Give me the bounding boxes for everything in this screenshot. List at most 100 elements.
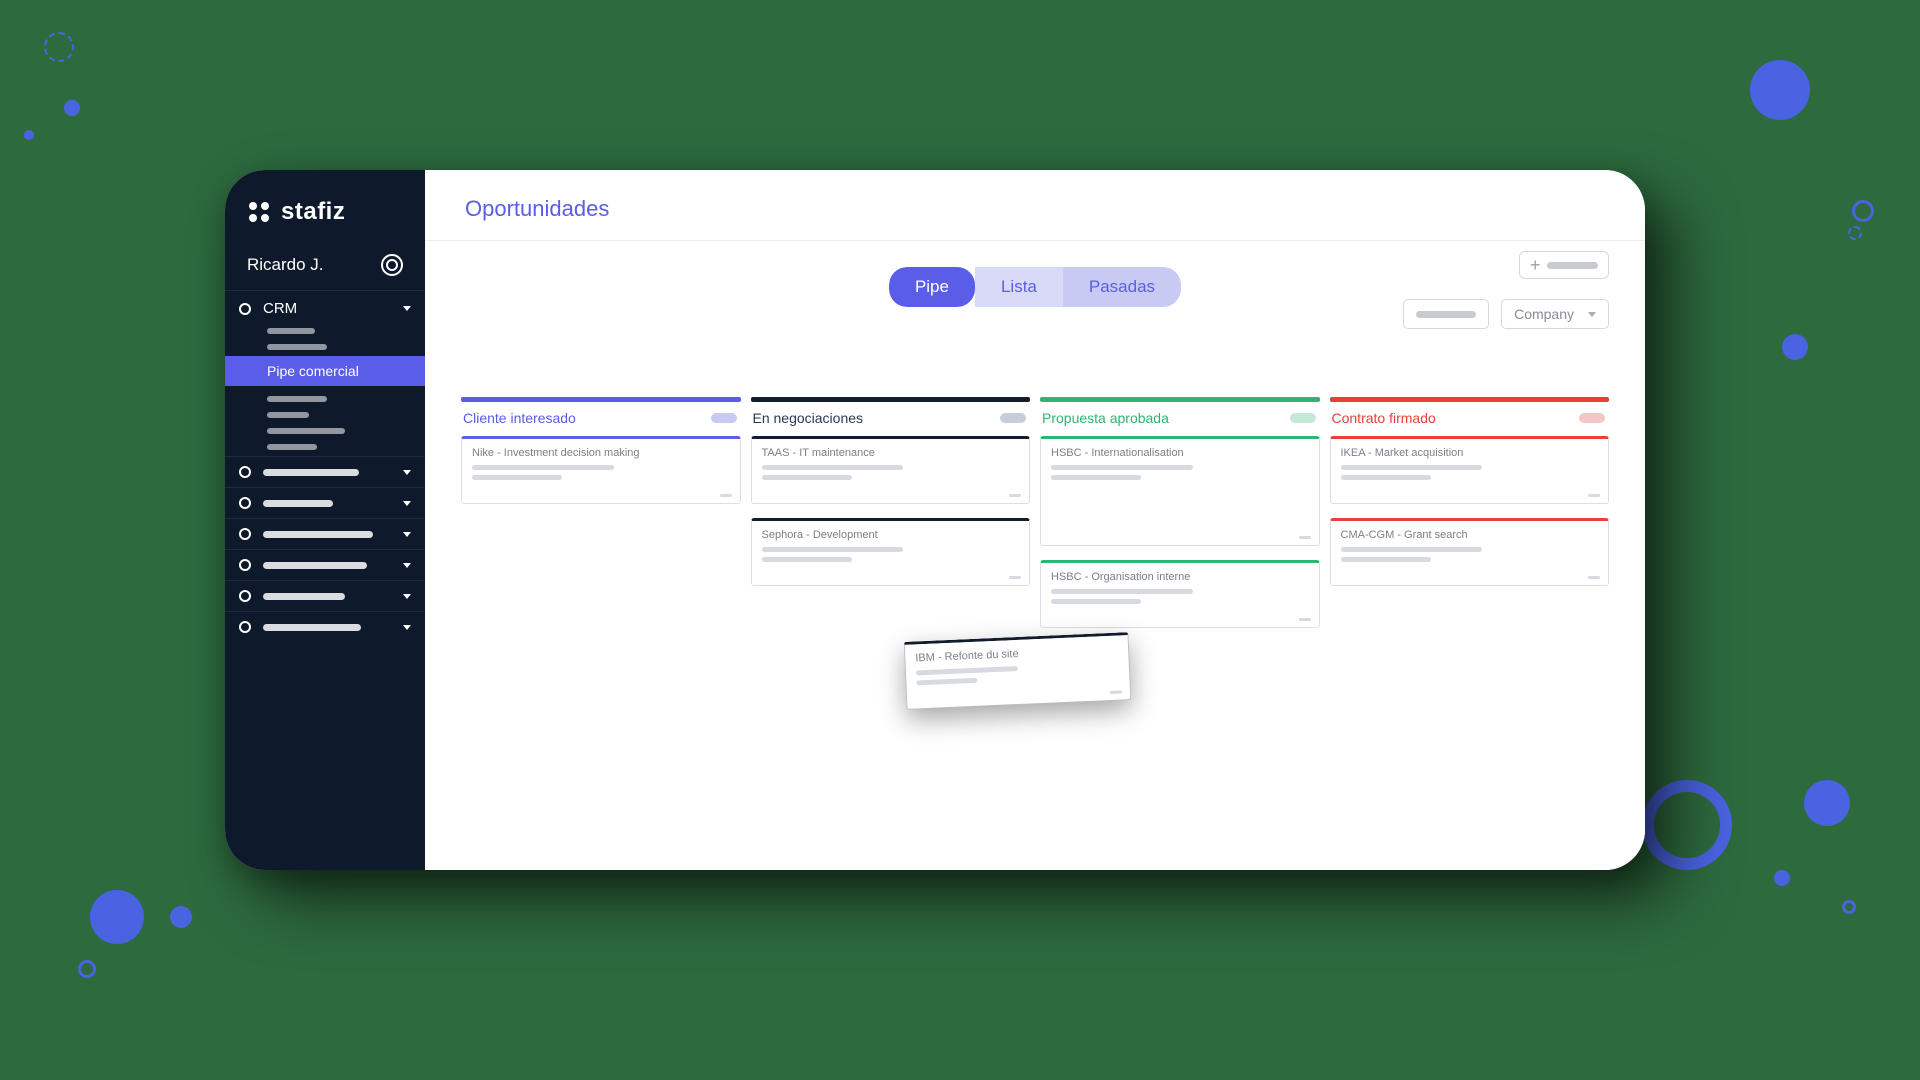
column-label: En negociaciones	[753, 410, 864, 426]
filters: Company	[1403, 299, 1609, 329]
chevron-down-icon	[403, 594, 411, 599]
more-icon[interactable]	[1299, 536, 1311, 539]
card-line	[472, 465, 614, 470]
card-line	[762, 465, 904, 470]
opportunity-card[interactable]: HSBC - Organisation interne	[1040, 560, 1320, 628]
search-input[interactable]	[1403, 299, 1489, 329]
bg-ornament	[1848, 226, 1862, 240]
nav-item[interactable]	[225, 550, 425, 580]
chevron-down-icon	[403, 470, 411, 475]
bullet-icon	[239, 528, 251, 540]
more-icon[interactable]	[1110, 690, 1122, 694]
bg-ornament	[1774, 870, 1790, 886]
brand: stafiz	[225, 170, 425, 244]
main-header: Oportunidades	[425, 170, 1645, 241]
user-name: Ricardo J.	[247, 255, 324, 275]
nav-subitem[interactable]	[267, 328, 315, 334]
opportunity-card[interactable]: CMA-CGM - Grant search	[1330, 518, 1610, 586]
company-filter-select[interactable]: Company	[1501, 299, 1609, 329]
column-propuesta-aprobada: Propuesta aprobada HSBC - Internationali…	[1040, 397, 1320, 628]
opportunity-card[interactable]: IKEA - Market acquisition	[1330, 436, 1610, 504]
opportunity-card-dragging[interactable]: IBM - Refonte du site	[904, 632, 1132, 710]
nav-item[interactable]	[225, 488, 425, 518]
card-title: CMA-CGM - Grant search	[1341, 529, 1599, 541]
bg-ornament	[1782, 334, 1808, 360]
bg-ornament	[78, 960, 96, 978]
tab-lista[interactable]: Lista	[975, 267, 1063, 307]
nav-item[interactable]	[225, 457, 425, 487]
bullet-icon	[239, 466, 251, 478]
nav-item-crm[interactable]: CRM	[225, 291, 425, 326]
card-line	[472, 475, 562, 480]
nav-item[interactable]	[225, 519, 425, 549]
add-button[interactable]: +	[1519, 251, 1609, 279]
bg-ornament	[1842, 900, 1856, 914]
bg-ornament	[1750, 60, 1810, 120]
more-icon[interactable]	[720, 494, 732, 497]
nav-label-placeholder	[263, 500, 333, 507]
nav-subitems	[225, 386, 425, 456]
user-row[interactable]: Ricardo J.	[225, 244, 425, 290]
more-icon[interactable]	[1009, 576, 1021, 579]
nav-label-placeholder	[263, 593, 345, 600]
column-cards: HSBC - Internationalisation HSBC - Organ…	[1040, 436, 1320, 628]
opportunity-card[interactable]: TAAS - IT maintenance	[751, 436, 1031, 504]
avatar-icon	[381, 254, 403, 276]
app-window: stafiz Ricardo J. CRM Pipe comercial	[225, 170, 1645, 870]
more-icon[interactable]	[1009, 494, 1021, 497]
card-title: TAAS - IT maintenance	[762, 447, 1020, 459]
column-en-negociaciones: En negociaciones TAAS - IT maintenance S…	[751, 397, 1031, 628]
nav-section	[225, 580, 425, 611]
card-line	[762, 557, 852, 562]
nav-subitem-active[interactable]: Pipe comercial	[225, 356, 425, 386]
nav-section	[225, 518, 425, 549]
chevron-down-icon	[403, 625, 411, 630]
chevron-down-icon	[403, 306, 411, 311]
card-line	[1341, 475, 1431, 480]
nav-section	[225, 487, 425, 518]
column-count-badge	[711, 413, 737, 423]
bg-ornament	[64, 100, 80, 116]
chevron-down-icon	[403, 563, 411, 568]
nav-label-placeholder	[263, 624, 361, 631]
bg-ornament	[1804, 780, 1850, 826]
nav-section-crm: CRM Pipe comercial	[225, 290, 425, 456]
nav-item[interactable]	[225, 581, 425, 611]
nav-subitem[interactable]	[267, 444, 317, 450]
card-line	[1051, 475, 1141, 480]
nav-subitem[interactable]	[267, 428, 345, 434]
tab-pasadas[interactable]: Pasadas	[1063, 267, 1181, 307]
card-line	[916, 666, 1018, 675]
column-count-badge	[1579, 413, 1605, 423]
sidebar: stafiz Ricardo J. CRM Pipe comercial	[225, 170, 425, 870]
bg-ornament	[1642, 780, 1732, 870]
nav-item[interactable]	[225, 612, 425, 642]
bg-ornament	[170, 906, 192, 928]
opportunity-card[interactable]: Nike - Investment decision making	[461, 436, 741, 504]
tab-pipe[interactable]: Pipe	[889, 267, 975, 307]
column-contrato-firmado: Contrato firmado IKEA - Market acquisiti…	[1330, 397, 1610, 628]
opportunity-card[interactable]: HSBC - Internationalisation	[1040, 436, 1320, 546]
bullet-icon	[239, 621, 251, 633]
column-header: Contrato firmado	[1330, 402, 1610, 436]
nav-subitem[interactable]	[267, 344, 327, 350]
card-line	[1341, 547, 1483, 552]
more-icon[interactable]	[1588, 494, 1600, 497]
more-icon[interactable]	[1588, 576, 1600, 579]
bullet-icon	[239, 559, 251, 571]
main-pane: Oportunidades Pipe Lista Pasadas + Compa…	[425, 170, 1645, 870]
card-line	[1341, 465, 1483, 470]
card-line	[916, 678, 977, 686]
nav-subitem[interactable]	[267, 396, 327, 402]
pipe-board: Cliente interesado Nike - Investment dec…	[425, 313, 1645, 648]
card-line	[1051, 599, 1141, 604]
bg-ornament	[1852, 200, 1874, 222]
brand-logo-icon	[247, 200, 271, 224]
nav-subitem[interactable]	[267, 412, 309, 418]
column-label: Propuesta aprobada	[1042, 410, 1169, 426]
card-title: IKEA - Market acquisition	[1341, 447, 1599, 459]
more-icon[interactable]	[1299, 618, 1311, 621]
column-label: Cliente interesado	[463, 410, 576, 426]
nav-label-placeholder	[263, 469, 359, 476]
opportunity-card[interactable]: Sephora - Development	[751, 518, 1031, 586]
